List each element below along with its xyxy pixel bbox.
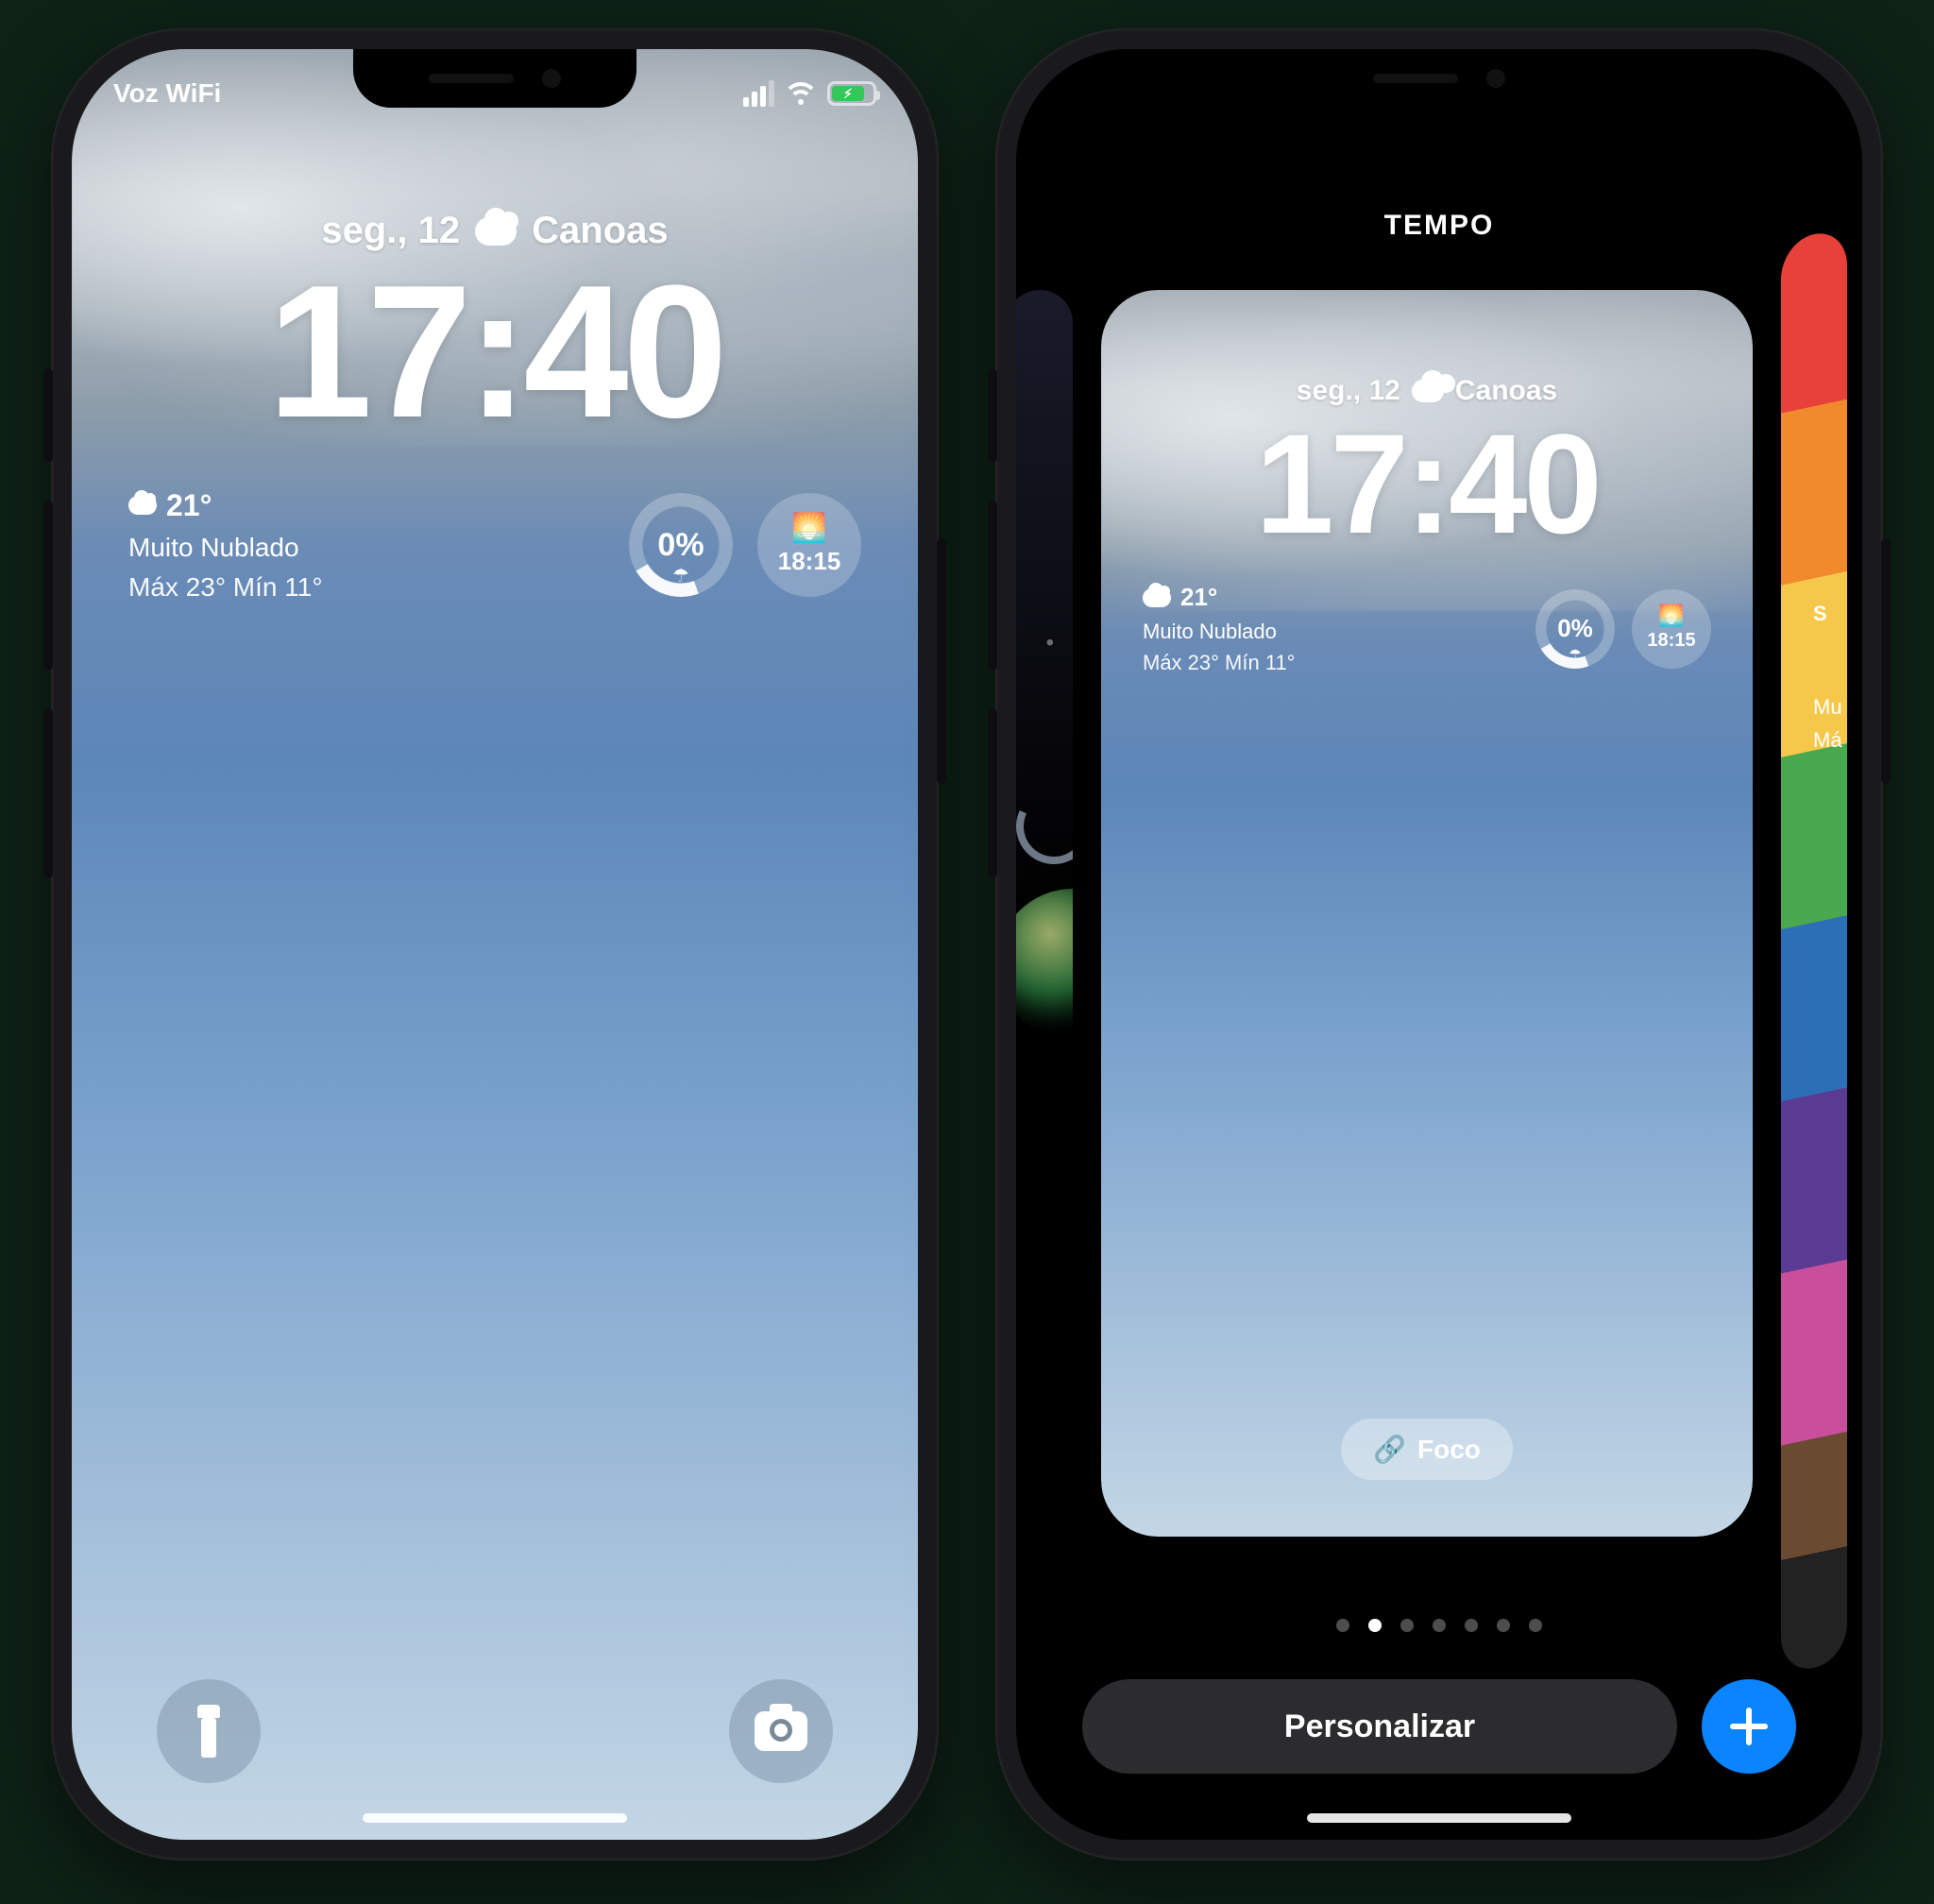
plus-icon [1730, 1708, 1768, 1745]
sunset-icon: 🌅 [1658, 605, 1684, 626]
wallpaper-card-current[interactable]: seg., 12 Canoas 17:40 21° [1101, 290, 1753, 1537]
quick-actions [72, 1679, 918, 1783]
cellular-signal-icon [743, 80, 774, 107]
volume-up-button[interactable] [988, 501, 997, 671]
cloud-icon [1143, 588, 1171, 607]
gallery-title: TEMPO [1016, 210, 1862, 242]
focus-label: Foco [1417, 1435, 1481, 1465]
phone-wallpaper-gallery: TEMPO • seg., 12 [995, 28, 1883, 1861]
charging-bolt-icon: ⚡︎ [843, 87, 853, 100]
widget-peek-icon [1016, 778, 1073, 876]
umbrella-icon: ☂ [1569, 646, 1581, 663]
page-dot[interactable] [1497, 1619, 1510, 1632]
notch [353, 49, 636, 108]
customize-button[interactable]: Personalizar [1082, 1679, 1677, 1774]
volume-up-button[interactable] [43, 501, 53, 671]
cloud-icon [1412, 380, 1444, 402]
wifi-icon [786, 82, 816, 105]
page-indicator[interactable] [1016, 1619, 1862, 1632]
wallpaper-card-previous[interactable]: • [1016, 290, 1073, 1537]
camera-icon [755, 1711, 807, 1751]
flashlight-icon [190, 1705, 228, 1758]
status-right: ⚡︎ [743, 80, 876, 107]
screen: TEMPO • seg., 12 [1016, 49, 1862, 1840]
temp-range: Máx 23° Mín 11° [128, 568, 604, 607]
peek-line-1: Mu [1813, 690, 1862, 723]
weather-widget[interactable]: 21° Muito Nublado Máx 23° Mín 11° [128, 483, 604, 607]
sunset-time: 18:15 [778, 547, 841, 576]
focus-link-button[interactable]: 🔗 Foco [1341, 1419, 1513, 1480]
weather-widget: 21° Muito Nublado Máx 23° Mín 11° [1143, 579, 1518, 678]
lock-preview: seg., 12 Canoas 17:40 21° [1101, 290, 1753, 1537]
wallpaper-gallery: TEMPO • seg., 12 [1016, 49, 1862, 1840]
link-icon: 🔗 [1373, 1434, 1406, 1465]
battery-icon: ⚡︎ [827, 81, 876, 106]
notch [1298, 49, 1581, 108]
date-label: seg., 12 [1297, 375, 1400, 407]
page-dot[interactable] [1433, 1619, 1446, 1632]
add-wallpaper-button[interactable] [1702, 1679, 1796, 1774]
cloud-icon [128, 496, 157, 515]
page-dot[interactable] [1368, 1619, 1382, 1632]
precip-percent: 0% [1557, 614, 1593, 643]
peek-line-2: Má [1813, 723, 1862, 756]
home-indicator[interactable] [1307, 1813, 1571, 1823]
widgets-row: 21° Muito Nublado Máx 23° Mín 11° 0% ☂ [1101, 579, 1753, 678]
gallery-toolbar: Personalizar [1016, 1679, 1862, 1774]
silent-switch[interactable] [988, 368, 997, 463]
temperature: 21° [1180, 579, 1217, 616]
volume-down-button[interactable] [988, 708, 997, 878]
sunset-icon: 🌅 [791, 515, 826, 543]
carrier-label: Voz WiFi [113, 78, 221, 109]
wallpaper-carousel[interactable]: • seg., 12 Canoas 17:40 [1016, 276, 1862, 1551]
cloud-icon [475, 217, 517, 246]
page-dot[interactable] [1336, 1619, 1349, 1632]
clock: 17:40 [1255, 413, 1599, 554]
next-card-peek-text: S Mu Má [1806, 597, 1862, 757]
precipitation-widget: 0% ☂ [1535, 589, 1615, 669]
camera-button[interactable] [729, 1679, 833, 1783]
volume-down-button[interactable] [43, 708, 53, 878]
side-button[interactable] [1881, 538, 1891, 784]
astronomy-wallpaper-icon [1016, 889, 1073, 1040]
precipitation-widget[interactable]: 0% ☂ [629, 493, 733, 597]
sunset-widget: 🌅 18:15 [1632, 589, 1711, 669]
lock-screen-content: seg., 12 Canoas 17:40 21° Muito Nublado … [72, 49, 918, 1840]
silent-switch[interactable] [43, 368, 53, 463]
customize-label: Personalizar [1284, 1708, 1475, 1745]
precip-percent: 0% [657, 527, 704, 564]
temperature: 21° [166, 483, 212, 528]
page-dot[interactable] [1400, 1619, 1414, 1632]
side-button[interactable] [937, 538, 946, 784]
date-widget: seg., 12 Canoas [1297, 375, 1557, 407]
condition-label: Muito Nublado [128, 528, 604, 568]
location-label: Canoas [1455, 375, 1557, 407]
sunset-widget[interactable]: 🌅 18:15 [757, 493, 861, 597]
umbrella-icon: ☂ [672, 564, 689, 587]
clock[interactable]: 17:40 [267, 258, 722, 447]
temp-range: Máx 23° Mín 11° [1143, 647, 1518, 678]
page-dot[interactable] [1529, 1619, 1542, 1632]
page-dot[interactable] [1465, 1619, 1478, 1632]
home-indicator[interactable] [363, 1813, 627, 1823]
wallpaper-card-next[interactable] [1781, 228, 1847, 1675]
peek-dot: • [1046, 630, 1054, 656]
flashlight-button[interactable] [157, 1679, 261, 1783]
phone-lockscreen: Voz WiFi ⚡︎ seg., 12 Canoas 17:40 [51, 28, 939, 1861]
widgets-row: 21° Muito Nublado Máx 23° Mín 11° 0% ☂ 🌅… [72, 483, 918, 607]
condition-label: Muito Nublado [1143, 616, 1518, 647]
sunset-time: 18:15 [1647, 630, 1695, 652]
screen: Voz WiFi ⚡︎ seg., 12 Canoas 17:40 [72, 49, 918, 1840]
